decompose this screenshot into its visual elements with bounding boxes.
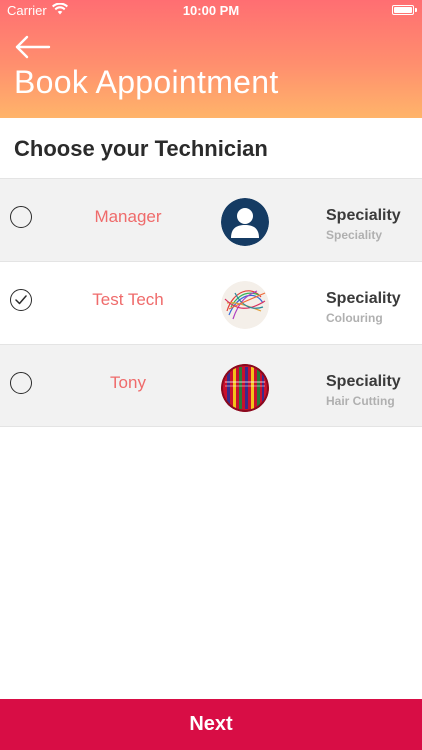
book-appointment-screen: Carrier 10:00 PM Book Appointment Choose… [0,0,422,750]
technician-list: Manager Speciality Speciality Test Tech [0,178,422,427]
technician-name: Tony [110,373,146,392]
battery-icon [392,5,414,15]
speciality-value: Speciality [326,228,383,242]
speciality-label: Speciality [326,290,401,307]
default-user-avatar [221,198,269,246]
status-time: 10:00 PM [182,3,240,18]
scribble-photo-avatar [221,281,269,329]
page-title: Book Appointment [14,64,279,100]
radio-unchecked-icon[interactable] [10,206,32,228]
back-button[interactable] [14,34,52,60]
technician-name: Test Tech [92,290,164,309]
battery-tip [415,8,417,12]
section-title: Choose your Technician [14,136,268,161]
technician-row-manager[interactable]: Manager Speciality Speciality [0,178,422,261]
radio-unchecked-icon[interactable] [10,372,32,394]
radio-checked-icon[interactable] [10,289,32,311]
next-button[interactable]: Next [0,699,422,750]
technician-row-test-tech[interactable]: Test Tech Speciality Colouring [0,261,422,344]
speciality-value: Colouring [326,311,383,325]
technician-row-tony[interactable]: Tony Speciality Hair Cutting [0,344,422,427]
technician-name: Manager [94,207,162,226]
speciality-label: Speciality [326,207,401,224]
speciality-value: Hair Cutting [326,394,395,408]
status-bar: Carrier 10:00 PM [0,0,422,22]
colorful-pattern-avatar [221,364,269,412]
speciality-label: Speciality [326,373,401,390]
header: Carrier 10:00 PM Book Appointment [0,0,422,118]
arrow-left-icon [15,35,51,59]
